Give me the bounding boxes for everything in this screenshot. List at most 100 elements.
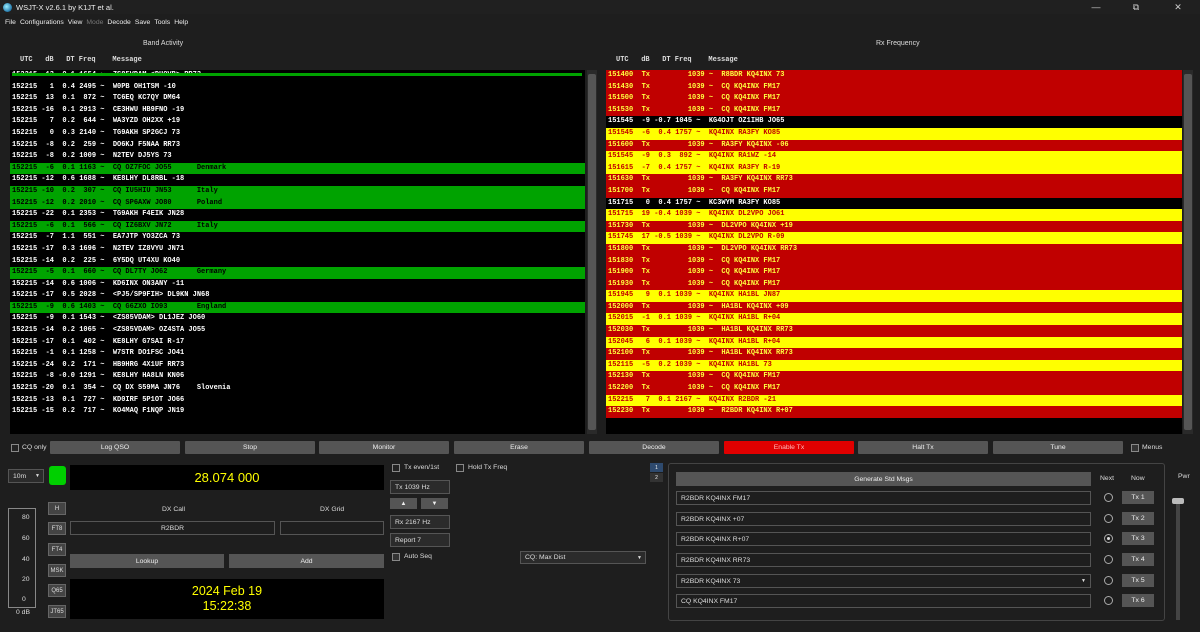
tx4-message-input[interactable]: R2BDR KQ4INX RR73 — [676, 553, 1091, 567]
cq-only-checkbox[interactable] — [11, 444, 19, 452]
tx3-now-button[interactable]: Tx 3 — [1122, 532, 1154, 545]
band-activity-row[interactable]: 152215 13 0.1 872 ~ TC6EQ KC7QY DM64 — [10, 93, 585, 105]
band-activity-row[interactable]: 152215 -14 0.6 1006 ~ KD6INX ON3ANY -11 — [10, 278, 585, 291]
band-activity-row[interactable]: 152215 -8 -0.0 1291 ~ KE8LHY HA8LN KN06 — [10, 371, 585, 384]
mode-button-ft4[interactable]: FT4 — [48, 543, 66, 556]
enable-tx-button[interactable]: Enable Tx — [724, 441, 854, 454]
dx-grid-input[interactable] — [280, 521, 384, 535]
minimize-button[interactable]: — — [1076, 0, 1116, 14]
mode-button-msk[interactable]: MSK — [48, 564, 66, 577]
tx5-next-radio[interactable] — [1104, 576, 1113, 585]
band-activity-row[interactable]: 152215 -7 1.1 551 ~ EA7JTP YO3ZCA 73 — [10, 232, 585, 244]
band-activity-row[interactable]: 152215 0 0.3 2140 ~ TG9AKH SP2GCJ 73 — [10, 127, 585, 140]
stop-button[interactable]: Stop — [185, 441, 315, 454]
band-activity-scrollbar[interactable] — [587, 70, 597, 434]
cq-mode-select[interactable]: CQ: Max Dist ▼ — [520, 551, 646, 564]
tx2-next-radio[interactable] — [1104, 514, 1113, 523]
rx-frequency-row[interactable]: 152015 -1 0.1 1039 ~ KQ4INX HA1BL R+04 — [606, 313, 1182, 326]
rx-frequency-row[interactable]: 151400 Tx 1039 ~ R8BDR KQ4INX 73 — [606, 70, 1182, 82]
rx-frequency-row[interactable]: 151730 Tx 1039 ~ DL2VPO KQ4INX +19 — [606, 220, 1182, 233]
rx-frequency-row[interactable]: 151545 -6 0.4 1757 ~ KQ4INX RA3FY KO85 — [606, 127, 1182, 140]
band-activity-row[interactable]: 152215 -16 0.1 2913 ~ CE3HWU HB9FNO -19 — [10, 104, 585, 117]
dx-call-input[interactable]: R2BDR — [70, 521, 275, 535]
band-activity-row[interactable]: 152215 -6 0.1 1163 ~ CQ OZ7FOC JO55 Denm… — [10, 162, 585, 175]
tx6-now-button[interactable]: Tx 6 — [1122, 594, 1154, 607]
rx-frequency-row[interactable]: 151700 Tx 1039 ~ CQ KQ4INX FM17 — [606, 185, 1182, 198]
band-activity-row[interactable]: 152215 -1 0.1 1258 ~ W7STR DO1FSC JO41 — [10, 348, 585, 360]
tab-2[interactable]: 2 — [650, 473, 663, 482]
mode-button-jt65[interactable]: JT65 — [48, 605, 66, 618]
menu-decode[interactable]: Decode — [107, 19, 130, 26]
tx-up-button[interactable]: ▲ — [390, 498, 417, 509]
rx-frequency-row[interactable]: 151530 Tx 1039 ~ CQ KQ4INX FM17 — [606, 104, 1182, 117]
menu-save[interactable]: Save — [135, 19, 151, 26]
rx-frequency-row[interactable]: 151715 19 -0.4 1039 ~ KQ4INX DL2VPO JO61 — [606, 209, 1182, 221]
rx-frequency-row[interactable]: 151830 Tx 1039 ~ CQ KQ4INX FM17 — [606, 255, 1182, 268]
rx-frequency-row[interactable]: 152215 7 0.1 2167 ~ KQ4INX R2BDR -21 — [606, 394, 1182, 407]
rx-frequency-row[interactable]: 152230 Tx 1039 ~ R2BDR KQ4INX R+07 — [606, 406, 1182, 418]
rx-frequency-row[interactable]: 151545 -9 0.3 892 ~ KQ4INX RA1WZ -14 — [606, 151, 1182, 163]
menu-view[interactable]: View — [68, 19, 83, 26]
band-activity-row[interactable]: 152215 -8 0.2 259 ~ DO6KJ F5NAA RR73 — [10, 139, 585, 152]
rx-frequency-row[interactable]: 151500 Tx 1039 ~ CQ KQ4INX FM17 — [606, 93, 1182, 105]
band-activity-row[interactable]: 152215 -9 0.6 1403 ~ CQ G6ZXO IO93 Engla… — [10, 301, 585, 314]
menus-checkbox[interactable] — [1131, 444, 1139, 452]
erase-button[interactable]: Erase — [454, 441, 584, 454]
band-activity-row[interactable]: 152215 -9 0.1 1543 ~ <ZS85VDAM> DL1JEZ J… — [10, 313, 585, 326]
menu-tools[interactable]: Tools — [154, 19, 170, 26]
band-activity-row[interactable]: 152215 -5 0.1 660 ~ CQ DL7TY JO62 German… — [10, 267, 585, 279]
tune-button[interactable]: Tune — [993, 441, 1123, 454]
tx2-now-button[interactable]: Tx 2 — [1122, 512, 1154, 525]
band-activity-row[interactable]: 152215 -14 0.2 1065 ~ <ZS85VDAM> OZ4STA … — [10, 325, 585, 337]
auto-seq-checkbox[interactable] — [392, 553, 400, 561]
tab-1[interactable]: 1 — [650, 463, 663, 472]
lookup-button[interactable]: Lookup — [70, 554, 224, 568]
mode-button-ft8[interactable]: FT8 — [48, 522, 66, 535]
band-activity-row[interactable]: 152215 -17 0.5 2028 ~ <PJ5/SP9FIH> DL9KN… — [10, 290, 585, 302]
tx3-next-radio[interactable] — [1104, 534, 1113, 543]
rx-frequency-row[interactable]: 152115 -5 0.2 1039 ~ KQ4INX HA1BL 73 — [606, 359, 1182, 372]
rx-freq-spinbox[interactable]: Rx 2167 Hz — [390, 515, 450, 529]
band-activity-row[interactable]: 152215 -10 0.2 307 ~ CQ IU5HIU JN53 Ital… — [10, 185, 585, 198]
band-activity-row[interactable]: 152215 -24 0.2 171 ~ HB9HRG 4X1UF RR73 — [10, 359, 585, 372]
band-activity-row[interactable]: 152215 -13 0.1 727 ~ KD0IRF 5P1OT JO66 — [10, 394, 585, 407]
band-activity-row[interactable]: 152215 -17 0.3 1696 ~ N2TEV IZ8VYU JN71 — [10, 243, 585, 256]
maximize-button[interactable]: ⧉ — [1116, 0, 1156, 14]
band-activity-row[interactable]: 152215 7 0.2 644 ~ WA3YZD OH2XX +19 — [10, 116, 585, 128]
rx-frequency-row[interactable]: 151545 -9 -0.7 1045 ~ KG4OJT OZ1IHB JO65 — [606, 116, 1182, 128]
rx-frequency-row[interactable]: 151715 0 0.4 1757 ~ KC3WYM RA3FY KO85 — [606, 197, 1182, 210]
rx-frequency-row[interactable]: 151430 Tx 1039 ~ CQ KQ4INX FM17 — [606, 81, 1182, 94]
band-activity-row[interactable]: 152215 -22 0.1 2353 ~ TG9AKH F4EIK JN28 — [10, 209, 585, 221]
halt-tx-button[interactable]: Halt Tx — [858, 441, 988, 454]
rx-frequency-row[interactable]: 151930 Tx 1039 ~ CQ KQ4INX FM17 — [606, 278, 1182, 291]
hold-tx-freq-checkbox[interactable] — [456, 464, 464, 472]
tx-even-checkbox[interactable] — [392, 464, 400, 472]
mode-button-q65[interactable]: Q65 — [48, 584, 66, 597]
rx-frequency-row[interactable]: 151945 9 0.1 1039 ~ KQ4INX HA1BL JN87 — [606, 290, 1182, 302]
rx-frequency-row[interactable]: 152045 6 0.1 1039 ~ KQ4INX HA1BL R+04 — [606, 336, 1182, 349]
menu-configurations[interactable]: Configurations — [20, 19, 64, 26]
tx4-now-button[interactable]: Tx 4 — [1122, 553, 1154, 566]
band-activity-row[interactable]: 152215 -6 0.1 566 ~ CQ IZ6BXV JN72 Italy — [10, 220, 585, 233]
log-qso-button[interactable]: Log QSO — [50, 441, 180, 454]
power-slider-handle[interactable] — [1172, 498, 1184, 504]
tx1-message-input[interactable]: R2BDR KQ4INX FM17 — [676, 491, 1091, 505]
rx-frequency-list[interactable]: 151400 Tx 1039 ~ R8BDR KQ4INX 73 151430 T… — [606, 70, 1182, 434]
menu-mode[interactable]: Mode — [86, 19, 103, 26]
tx3-message-input[interactable]: R2BDR KQ4INX R+07 — [676, 532, 1091, 546]
band-activity-row[interactable]: 152215 -17 0.1 402 ~ KE8LHY G7SAI R-17 — [10, 336, 585, 349]
rx-frequency-row[interactable]: 151745 17 -0.5 1039 ~ KQ4INX DL2VPO R-09 — [606, 232, 1182, 244]
tx-down-button[interactable]: ▼ — [421, 498, 448, 509]
rx-frequency-row[interactable]: 151600 Tx 1039 ~ RA3FY KQ4INX -06 — [606, 139, 1182, 152]
band-activity-list[interactable]: 152215 -13 0.1 1654 ~ ZS85VDAM <DH0VB> R… — [10, 70, 585, 434]
tx6-next-radio[interactable] — [1104, 596, 1113, 605]
band-activity-row[interactable]: 152215 -15 0.2 717 ~ KO4MAQ F1NQP JN19 — [10, 406, 585, 418]
band-activity-row[interactable]: 152215 -20 0.1 354 ~ CQ DX S59MA JN76 Sl… — [10, 383, 585, 395]
tx-freq-spinbox[interactable]: Tx 1039 Hz — [390, 480, 450, 494]
rx-frequency-row[interactable]: 151900 Tx 1039 ~ CQ KQ4INX FM17 — [606, 267, 1182, 279]
band-activity-row[interactable]: 152215 1 0.4 2495 ~ W0PB OH1TSM -10 — [10, 81, 585, 94]
monitor-button[interactable]: Monitor — [319, 441, 449, 454]
band-activity-row[interactable]: 152215 -8 0.2 1009 ~ N2TEV DJ5YS 73 — [10, 151, 585, 163]
add-button[interactable]: Add — [229, 554, 384, 568]
rx-frequency-row[interactable]: 151630 Tx 1039 ~ RA3FY KQ4INX RR73 — [606, 174, 1182, 186]
